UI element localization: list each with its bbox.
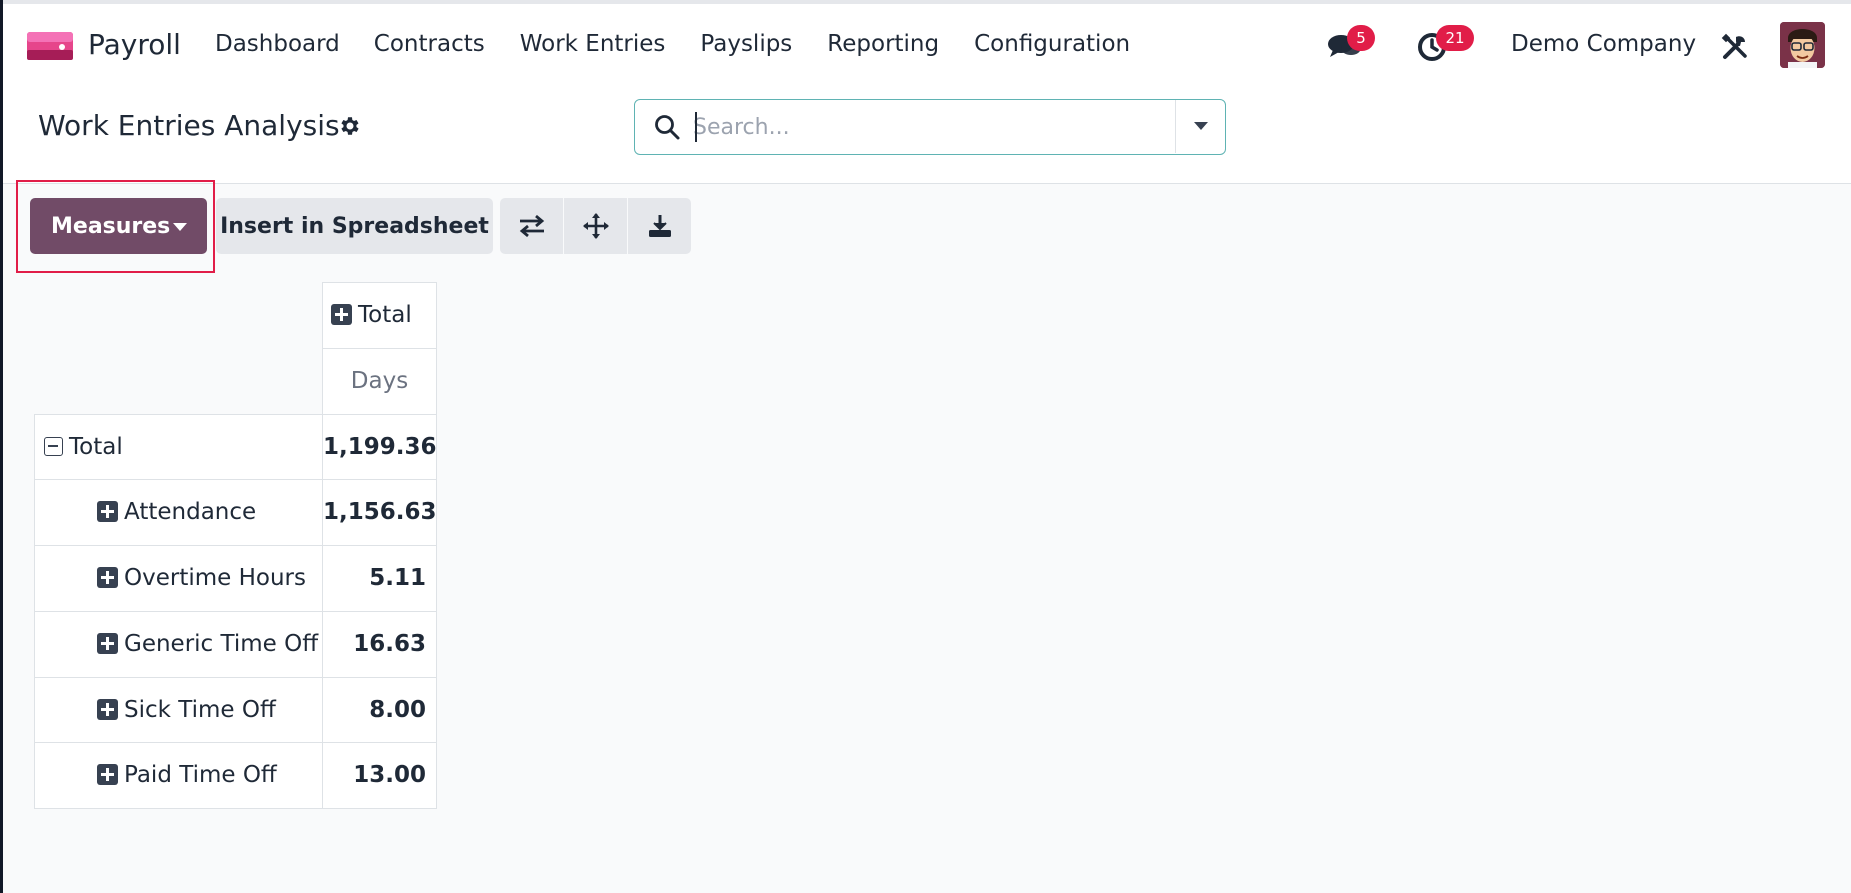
menu-dashboard[interactable]: Dashboard <box>215 31 340 57</box>
row-label: Attendance <box>124 499 257 525</box>
row-label: Overtime Hours <box>124 565 306 591</box>
menu-reporting[interactable]: Reporting <box>827 31 939 57</box>
row-label: Sick Time Off <box>124 697 276 723</box>
pivot-cell-total[interactable]: 1,199.36 <box>322 414 437 480</box>
search-input[interactable] <box>693 110 1193 144</box>
row-value: 16.63 <box>353 631 426 657</box>
expand-all-button[interactable] <box>564 198 627 254</box>
pivot-row-header[interactable]: Sick Time Off <box>34 677 323 743</box>
row-value: 13.00 <box>353 762 426 788</box>
search-bar <box>634 99 1226 155</box>
measures-button[interactable]: Measures <box>30 198 207 254</box>
user-avatar[interactable] <box>1780 22 1825 68</box>
user-avatar-image <box>1780 22 1825 68</box>
payroll-app-icon[interactable] <box>26 30 74 62</box>
pivot-measure-header[interactable]: Days <box>322 348 437 415</box>
messages-button[interactable]: 5 <box>1327 25 1375 64</box>
company-switcher[interactable]: Demo Company <box>1511 31 1696 57</box>
caret-down-icon <box>173 223 187 231</box>
pivot-row-header-total[interactable]: Total <box>34 414 323 480</box>
flip-axis-button[interactable] <box>500 198 563 254</box>
row-value: 1,156.63 <box>323 499 437 525</box>
pivot-cell[interactable]: 16.63 <box>322 611 437 678</box>
top-navbar: Payroll Dashboard Contracts Work Entries… <box>3 4 1851 84</box>
expand-plus-icon <box>97 567 118 588</box>
download-xlsx-button[interactable] <box>628 198 691 254</box>
pivot-cell[interactable]: 13.00 <box>322 742 437 809</box>
caret-down-icon <box>1194 122 1208 130</box>
main-menu: Dashboard Contracts Work Entries Payslip… <box>215 31 1165 57</box>
row-total-label: Total <box>69 434 123 460</box>
exchange-icon <box>519 215 544 237</box>
pivot-col-header-total[interactable]: Total <box>322 282 437 349</box>
search-options-toggle[interactable] <box>1175 100 1225 153</box>
measure-label: Days <box>350 368 409 394</box>
collapse-minus-icon <box>44 437 63 456</box>
expand-plus-icon <box>97 699 118 720</box>
arrows-move-icon <box>582 213 609 239</box>
total-value: 1,199.36 <box>323 434 437 460</box>
search-icon <box>655 115 680 140</box>
row-label: Generic Time Off <box>124 631 319 657</box>
expand-plus-icon <box>97 501 118 522</box>
menu-configuration[interactable]: Configuration <box>974 31 1130 57</box>
pivot-cell[interactable]: 5.11 <box>322 545 437 612</box>
col-header-label: Total <box>358 302 412 328</box>
insert-in-spreadsheet-button[interactable]: Insert in Spreadsheet <box>216 198 493 254</box>
expand-plus-icon <box>97 764 118 785</box>
pivot-row-header[interactable]: Generic Time Off <box>34 611 323 678</box>
app-name[interactable]: Payroll <box>88 28 181 61</box>
row-value: 8.00 <box>369 697 426 723</box>
measures-label: Measures <box>51 213 171 239</box>
control-panel: Work Entries Analysis <box>3 84 1851 184</box>
messages-count-badge: 5 <box>1347 25 1375 51</box>
expand-plus-icon <box>97 633 118 654</box>
menu-work-entries[interactable]: Work Entries <box>520 31 666 57</box>
debug-tools-icon[interactable] <box>1721 33 1749 61</box>
pivot-row-header[interactable]: Overtime Hours <box>34 545 323 612</box>
row-label: Paid Time Off <box>124 762 277 788</box>
download-icon <box>648 215 671 237</box>
pivot-cell[interactable]: 8.00 <box>322 677 437 743</box>
pivot-cell[interactable]: 1,156.63 <box>322 479 437 546</box>
pivot-row-header[interactable]: Paid Time Off <box>34 742 323 809</box>
text-cursor <box>695 112 697 142</box>
row-value: 5.11 <box>369 565 426 591</box>
pivot-row-header[interactable]: Attendance <box>34 479 323 546</box>
activities-button[interactable]: 21 <box>1416 25 1474 64</box>
menu-payslips[interactable]: Payslips <box>700 31 792 57</box>
menu-contracts[interactable]: Contracts <box>374 31 485 57</box>
expand-plus-icon <box>331 304 352 325</box>
pivot-actions <box>500 198 691 254</box>
activities-count-badge: 21 <box>1436 25 1474 51</box>
gear-icon[interactable] <box>338 114 362 138</box>
page-title: Work Entries Analysis <box>38 109 340 142</box>
